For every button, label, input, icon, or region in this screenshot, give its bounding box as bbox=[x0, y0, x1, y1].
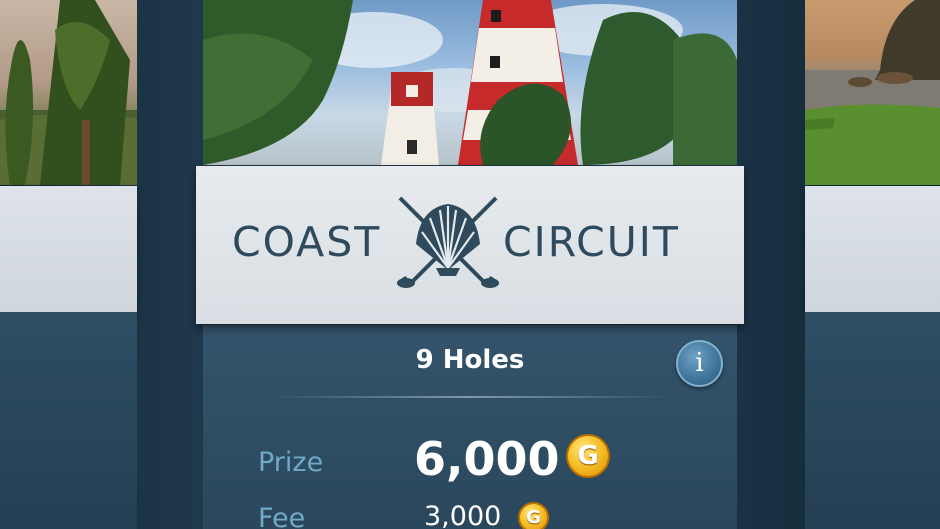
prize-label: Prize bbox=[258, 447, 324, 478]
holes-count: 9 Holes bbox=[415, 345, 525, 375]
next-course-image bbox=[805, 0, 940, 185]
course-title-left: COAST bbox=[232, 218, 382, 266]
previous-course-card[interactable] bbox=[0, 0, 137, 529]
previous-course-panel bbox=[0, 312, 137, 529]
next-course-panel bbox=[805, 312, 940, 529]
info-icon[interactable]: i bbox=[676, 340, 723, 387]
gold-coin-icon: G bbox=[566, 434, 610, 478]
previous-course-banner bbox=[0, 186, 137, 312]
course-title-banner: COAST CIRCUIT bbox=[196, 166, 744, 324]
previous-course-image bbox=[0, 0, 137, 185]
course-title-right: CIRCUIT bbox=[503, 218, 680, 266]
shell-crossed-golf-clubs-icon bbox=[397, 196, 499, 288]
prize-value: 6,000 bbox=[414, 432, 560, 486]
divider bbox=[270, 396, 670, 398]
gold-coin-icon: G bbox=[518, 502, 549, 529]
fee-label: Fee bbox=[258, 503, 306, 529]
fee-value: 3,000 bbox=[424, 501, 502, 529]
course-preview-image bbox=[203, 0, 737, 165]
next-course-banner bbox=[805, 186, 940, 312]
next-course-card[interactable] bbox=[805, 0, 940, 529]
